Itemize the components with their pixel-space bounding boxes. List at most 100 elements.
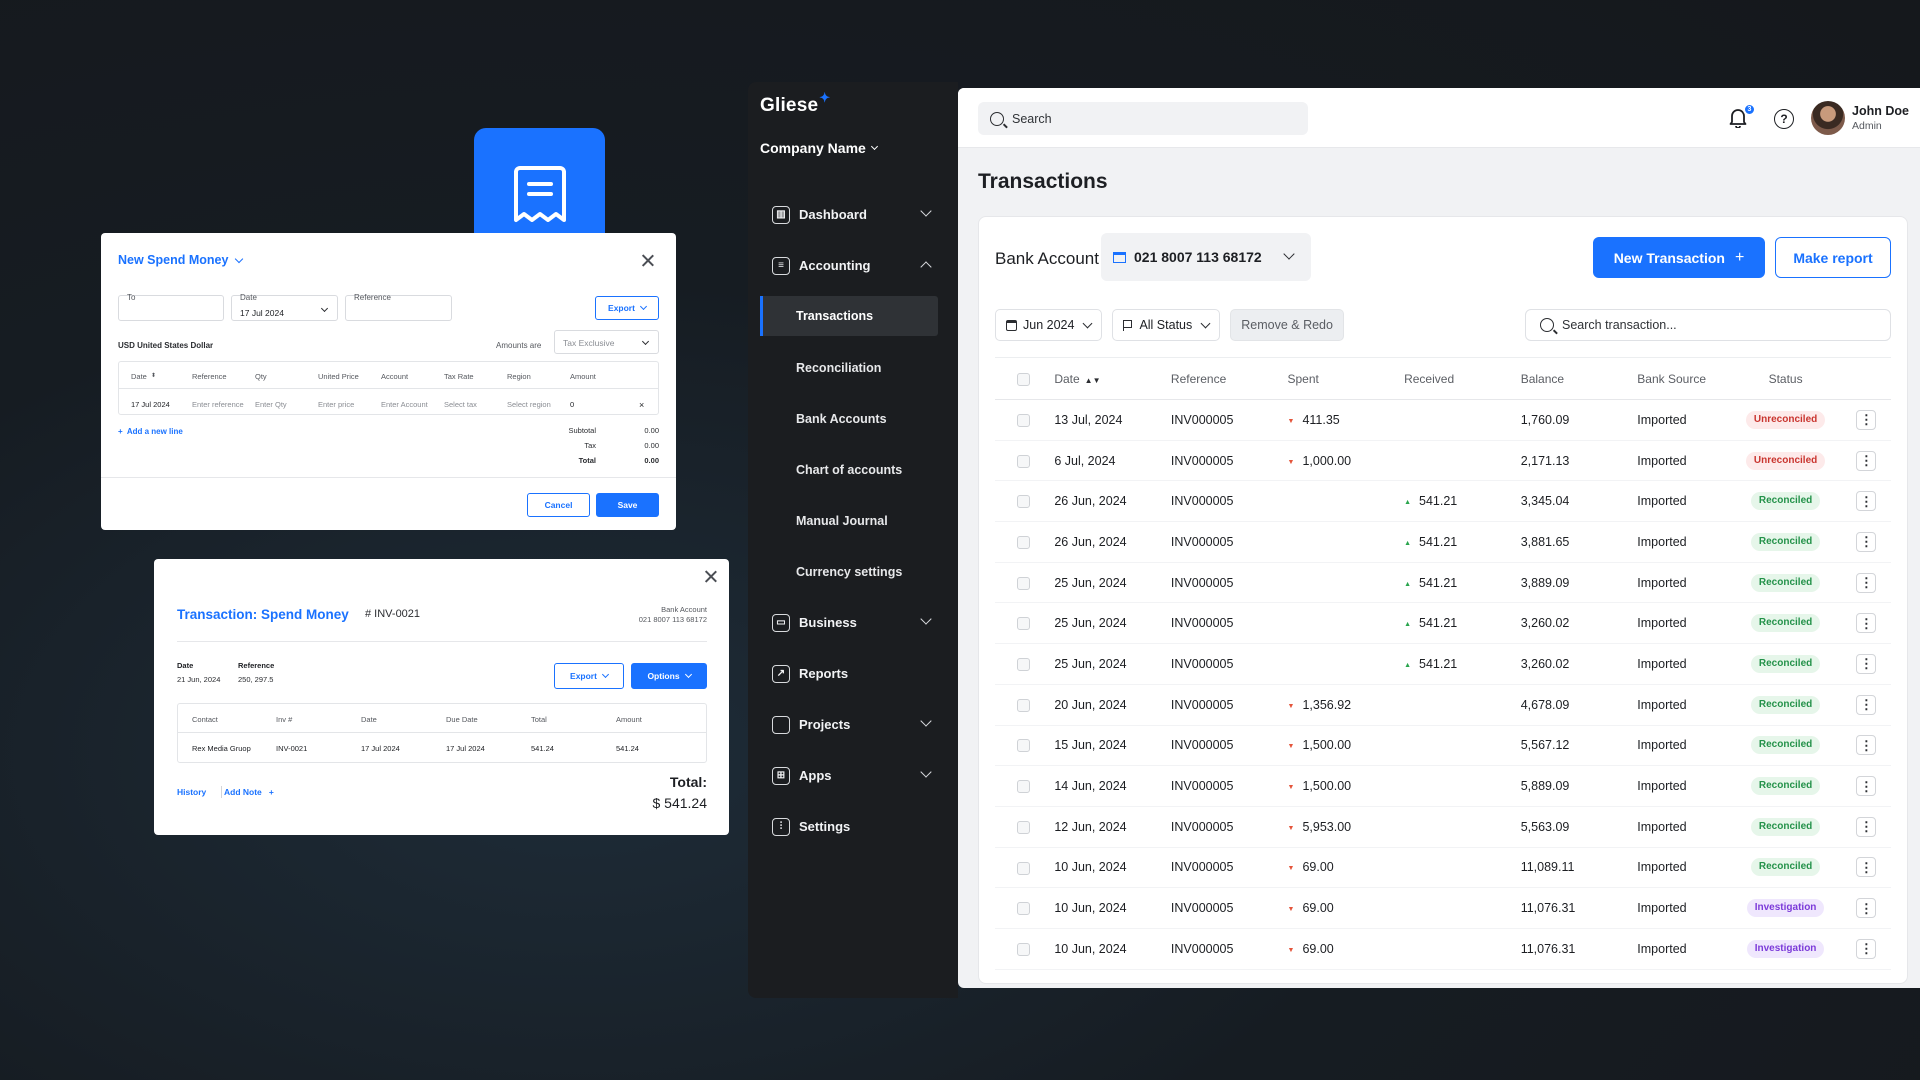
table-row[interactable]: 25 Jun, 2024 INV000005 ▲ 541.21 3,260.02 Impo… [995,643,1891,685]
select-all-checkbox[interactable] [1017,372,1030,386]
qty-input[interactable]: Enter Qty [255,400,287,409]
date-field[interactable]: Date 17 Jul 2024 [231,293,338,321]
row-received [1404,847,1521,889]
table-row[interactable]: 25 Jun, 2024 INV000005 ▲ 541.21 3,260.02 Impo… [995,602,1891,645]
avatar[interactable] [1811,101,1845,135]
more-icon[interactable]: ⋮ [1856,776,1877,797]
sort-icon[interactable]: ▲▼ [1085,376,1101,385]
row-checkbox[interactable] [1017,536,1030,549]
row-checkbox[interactable] [1017,739,1030,753]
reference-input[interactable]: Enter reference [192,400,244,409]
table-row[interactable]: 10 Jun, 2024 INV000005 ▼ 69.00 11,089.11 Impo… [995,847,1891,889]
table-row[interactable]: 26 Jun, 2024 INV000005 ▲ 541.21 3,881.65 Impo… [995,521,1891,563]
logo[interactable]: Gliese✦ [760,90,830,117]
sidebar-item-reports[interactable]: ↗ Reports [760,648,938,699]
add-note-link[interactable]: Add Note + [224,787,274,797]
more-icon[interactable]: ⋮ [1856,694,1877,715]
more-icon[interactable]: ⋮ [1856,653,1877,674]
save-button[interactable]: Save [596,493,659,517]
region-select[interactable]: Select region [507,400,551,409]
table-row[interactable]: 10 Jun, 2024 INV000005 ▼ 69.00 11,076.31 Impo… [995,887,1891,929]
sidebar-item-business[interactable]: ▭ Business [760,597,938,648]
row-checkbox[interactable] [1017,495,1030,509]
row-checkbox[interactable] [1017,617,1030,631]
sidebar-item-reconciliation[interactable]: Reconciliation [760,342,938,393]
table-row[interactable]: 10 Jun, 2024 INV000005 ▼ 69.00 11,076.31 Impo… [995,928,1891,970]
sort-icon[interactable]: ⬍ [151,372,156,379]
table-row[interactable]: 15 Jun, 2024 INV000005 ▼ 1,500.00 5,567.12 Im… [995,725,1891,767]
new-transaction-button[interactable]: New Transaction + [1593,237,1765,278]
remove-line-icon[interactable]: × [639,400,644,410]
sidebar-item-apps[interactable]: ⊞ Apps [760,750,938,801]
account-input[interactable]: Enter Account [381,400,428,409]
row-checkbox[interactable] [1017,698,1030,712]
row-checkbox[interactable] [1017,576,1030,590]
more-icon[interactable]: ⋮ [1856,613,1877,634]
more-icon[interactable]: ⋮ [1856,735,1877,756]
sidebar-item-manual-journal[interactable]: Manual Journal [760,495,938,546]
table-row[interactable]: 26 Jun, 2024 INV000005 ▲ 541.21 3,345.04 Impo… [995,480,1891,523]
dialog-title[interactable]: New Spend Money [118,253,244,267]
table-row[interactable]: 20 Jun, 2024 INV000005 ▼ 1,356.92 4,678.09 Im… [995,684,1891,726]
table-row[interactable]: 6 Jul, 2024 INV000005 ▼ 1,000.00 2,171.13 Imp… [995,440,1891,482]
tax-select[interactable]: Select tax [444,400,477,409]
row-checkbox[interactable] [1017,820,1030,834]
export-button[interactable]: Export [595,296,659,320]
briefcase-icon: ▭ [772,613,790,632]
more-icon[interactable]: ⋮ [1856,450,1877,471]
arrow-down-icon: ▼ [1287,784,1295,792]
table-row[interactable]: 14 Jun, 2024 INV000005 ▼ 1,500.00 5,889.09 Im… [995,765,1891,807]
export-button[interactable]: Export [554,663,624,689]
row-balance: 5,563.09 [1520,806,1638,848]
tax-mode-select[interactable]: Tax Exclusive [554,330,659,354]
more-icon[interactable]: ⋮ [1856,816,1877,837]
make-report-button[interactable]: Make report [1775,237,1891,278]
sidebar-item-settings[interactable]: ⫶ Settings [760,801,938,852]
sidebar-item-bank-accounts[interactable]: Bank Accounts [760,393,938,444]
more-icon[interactable]: ⋮ [1856,409,1877,430]
more-icon[interactable]: ⋮ [1856,572,1877,593]
more-icon[interactable]: ⋮ [1856,898,1877,919]
options-button[interactable]: Options [631,663,707,689]
transaction-search-input[interactable]: Search transaction... [1525,309,1891,341]
table-row[interactable]: 25 Jun, 2024 INV000005 ▲ 541.21 3,889.09 Impo… [995,562,1891,604]
month-filter[interactable]: Jun 2024 [995,309,1103,341]
close-icon[interactable] [642,254,654,266]
more-icon[interactable]: ⋮ [1856,938,1877,959]
arrow-down-icon: ▼ [1287,865,1295,873]
sidebar-item-projects[interactable]: Projects [760,699,938,750]
search-input[interactable]: Search [978,102,1308,135]
row-checkbox[interactable] [1017,658,1030,672]
row-received [1404,765,1521,807]
history-link[interactable]: History [177,787,206,797]
more-icon[interactable]: ⋮ [1856,531,1877,552]
table-row[interactable]: 13 Jul, 2024 INV000005 ▼ 411.35 1,760.09 Impo… [995,399,1891,441]
invoice-table: Contact Inv # Date Due Date Total Amount… [177,703,707,763]
table-row[interactable]: 12 Jun, 2024 INV000005 ▼ 5,953.00 5,563.09 Im… [995,806,1891,848]
to-field[interactable]: To [118,293,224,321]
sidebar-item-accounting[interactable]: ≡ Accounting [760,240,938,291]
company-switcher[interactable]: Company Name [760,140,878,156]
more-icon[interactable]: ⋮ [1856,491,1877,512]
reference-field[interactable]: Reference [345,293,452,321]
row-checkbox[interactable] [1017,454,1030,468]
remove-redo-button[interactable]: Remove & Redo [1230,309,1344,341]
cancel-button[interactable]: Cancel [527,493,590,517]
sidebar-item-chart-of-accounts[interactable]: Chart of accounts [760,444,938,495]
row-checkbox[interactable] [1017,413,1030,427]
price-input[interactable]: Enter price [318,400,354,409]
close-icon[interactable] [705,570,717,582]
row-checkbox[interactable] [1017,942,1030,956]
bank-account-select[interactable]: 021 8007 113 68172 [1101,233,1311,281]
more-icon[interactable]: ⋮ [1856,857,1877,878]
row-checkbox[interactable] [1017,861,1030,875]
sidebar-item-currency-settings[interactable]: Currency settings [760,546,938,597]
row-checkbox[interactable] [1017,902,1030,916]
status-filter[interactable]: All Status [1112,309,1221,341]
help-icon[interactable]: ? [1774,109,1794,129]
row-received [1404,806,1521,848]
sidebar-item-dashboard[interactable]: ▥ Dashboard [760,189,938,240]
sidebar-item-transactions[interactable]: Transactions [760,296,938,336]
row-checkbox[interactable] [1017,780,1030,794]
add-line-button[interactable]: + Add a new line [118,427,183,436]
